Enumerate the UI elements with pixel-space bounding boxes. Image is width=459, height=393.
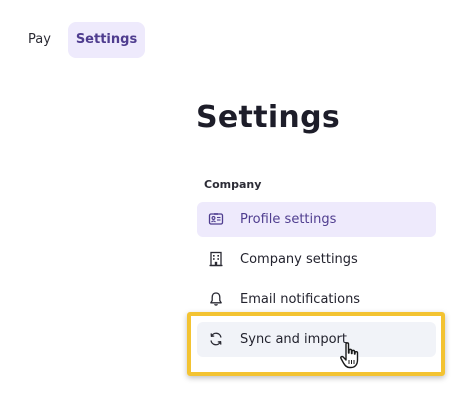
section-heading-company: Company <box>204 178 262 191</box>
menu-item-email-notifications[interactable]: Email notifications <box>197 282 436 317</box>
menu-item-label: Email notifications <box>240 292 361 307</box>
menu-item-label: Profile settings <box>240 212 337 227</box>
tab-pay[interactable]: Pay <box>28 22 51 58</box>
menu-item-label: Sync and import <box>240 332 347 347</box>
menu-item-company-settings[interactable]: Company settings <box>197 242 436 277</box>
sync-icon <box>208 331 224 347</box>
menu-item-label: Company settings <box>240 252 358 267</box>
tab-settings[interactable]: Settings <box>68 22 145 58</box>
building-icon <box>208 251 224 267</box>
hand-pointer-cursor-icon <box>338 341 366 371</box>
page-title: Settings <box>196 100 341 135</box>
menu-item-profile-settings[interactable]: Profile settings <box>197 202 436 237</box>
bell-icon <box>208 291 224 307</box>
menu-item-sync-and-import[interactable]: Sync and import <box>197 322 436 357</box>
id-card-icon <box>208 211 224 227</box>
